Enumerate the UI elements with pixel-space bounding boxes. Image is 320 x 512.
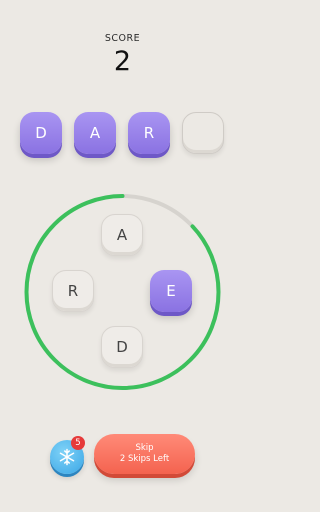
snowflake-icon bbox=[59, 448, 75, 466]
skips-left-label: 2 Skips Left bbox=[119, 454, 170, 464]
skip-label: Skip bbox=[135, 443, 154, 453]
letter-tile-bottom[interactable]: D bbox=[101, 326, 143, 368]
letter-tile-right[interactable]: E bbox=[150, 270, 192, 312]
letter-tile-top[interactable]: A bbox=[101, 214, 143, 256]
skip-button[interactable]: Skip 2 Skips Left bbox=[94, 434, 195, 474]
letter-tile-left[interactable]: R bbox=[52, 270, 94, 312]
powerup-count-badge: 5 bbox=[71, 436, 85, 450]
